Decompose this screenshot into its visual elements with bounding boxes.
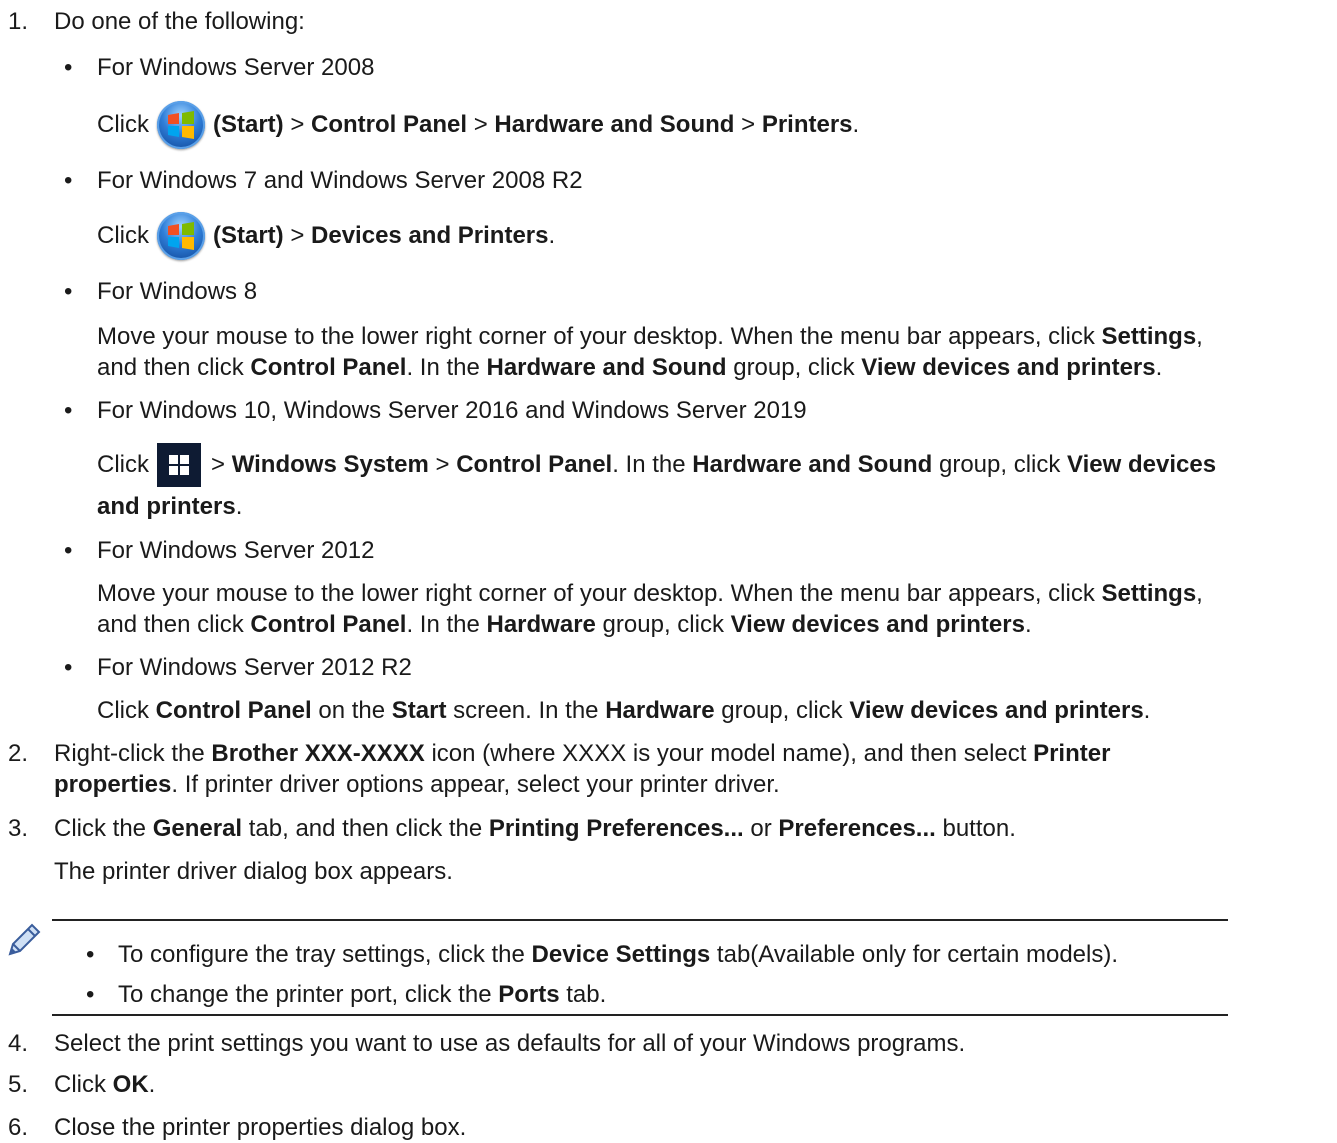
- w10-text-line1: Click > Windows System > Control Panel. I…: [97, 442, 1216, 487]
- step-3-text: Click the General tab, and then click th…: [54, 815, 1016, 842]
- ws2008-label: For Windows Server 2008: [97, 54, 375, 81]
- windows-start-orb-icon: [157, 100, 205, 149]
- step-1-number: 1.: [8, 8, 29, 35]
- w8-label: For Windows 8: [97, 278, 258, 305]
- step-2-text-line2: properties. If printer driver options ap…: [54, 771, 780, 798]
- windows-start-orb-icon: [157, 211, 205, 260]
- w7-label: For Windows 7 and Windows Server 2008 R2: [97, 167, 583, 194]
- w7-instruction: Click (Start) > Devices and Printers.: [97, 211, 555, 260]
- note-bottom-rule: [52, 1014, 1228, 1016]
- ws2012r2-label: For Windows Server 2012 R2: [97, 654, 412, 681]
- bullet: •: [64, 537, 73, 564]
- note-item-2: To change the printer port, click the Po…: [118, 981, 607, 1008]
- note-top-rule: [52, 919, 1228, 921]
- step-3-number: 3.: [8, 815, 29, 842]
- bullet: •: [64, 54, 73, 81]
- w10-label: For Windows 10, Windows Server 2016 and …: [97, 397, 807, 424]
- w8-text-line2: and then click Control Panel. In the Har…: [97, 354, 1163, 381]
- step-5-number: 5.: [8, 1071, 29, 1098]
- w10-text-line2: and printers.: [97, 493, 243, 520]
- step-6-number: 6.: [8, 1114, 29, 1141]
- bullet: •: [64, 397, 73, 424]
- bullet: •: [64, 654, 73, 681]
- bullet: •: [86, 941, 95, 968]
- ws2012-text-line2: and then click Control Panel. In the Har…: [97, 611, 1032, 638]
- windows-logo-icon: [157, 442, 201, 487]
- step-5-text: Click OK.: [54, 1071, 156, 1098]
- pencil-note-icon: [8, 923, 41, 956]
- note-item-1: To configure the tray settings, click th…: [118, 941, 1119, 968]
- step-4-number: 4.: [8, 1030, 29, 1057]
- step-2-text-line1: Right-click the Brother XXX-XXXX icon (w…: [54, 740, 1111, 767]
- step-1-text: Do one of the following:: [54, 8, 305, 35]
- step-6-text: Close the printer properties dialog box.: [54, 1114, 467, 1141]
- ws2012-label: For Windows Server 2012: [97, 537, 375, 564]
- ws2012r2-text: Click Control Panel on the Start screen.…: [97, 697, 1151, 724]
- w8-text-line1: Move your mouse to the lower right corne…: [97, 323, 1203, 350]
- bullet: •: [64, 278, 73, 305]
- ws2008-instruction: Click (Start) > Control Panel > Hardware …: [97, 100, 859, 149]
- step-2-number: 2.: [8, 740, 29, 767]
- step-3-result: The printer driver dialog box appears.: [54, 858, 453, 885]
- bullet: •: [86, 981, 95, 1008]
- step-4-text: Select the print settings you want to us…: [54, 1030, 966, 1057]
- ws2012-text-line1: Move your mouse to the lower right corne…: [97, 580, 1203, 607]
- bullet: •: [64, 167, 73, 194]
